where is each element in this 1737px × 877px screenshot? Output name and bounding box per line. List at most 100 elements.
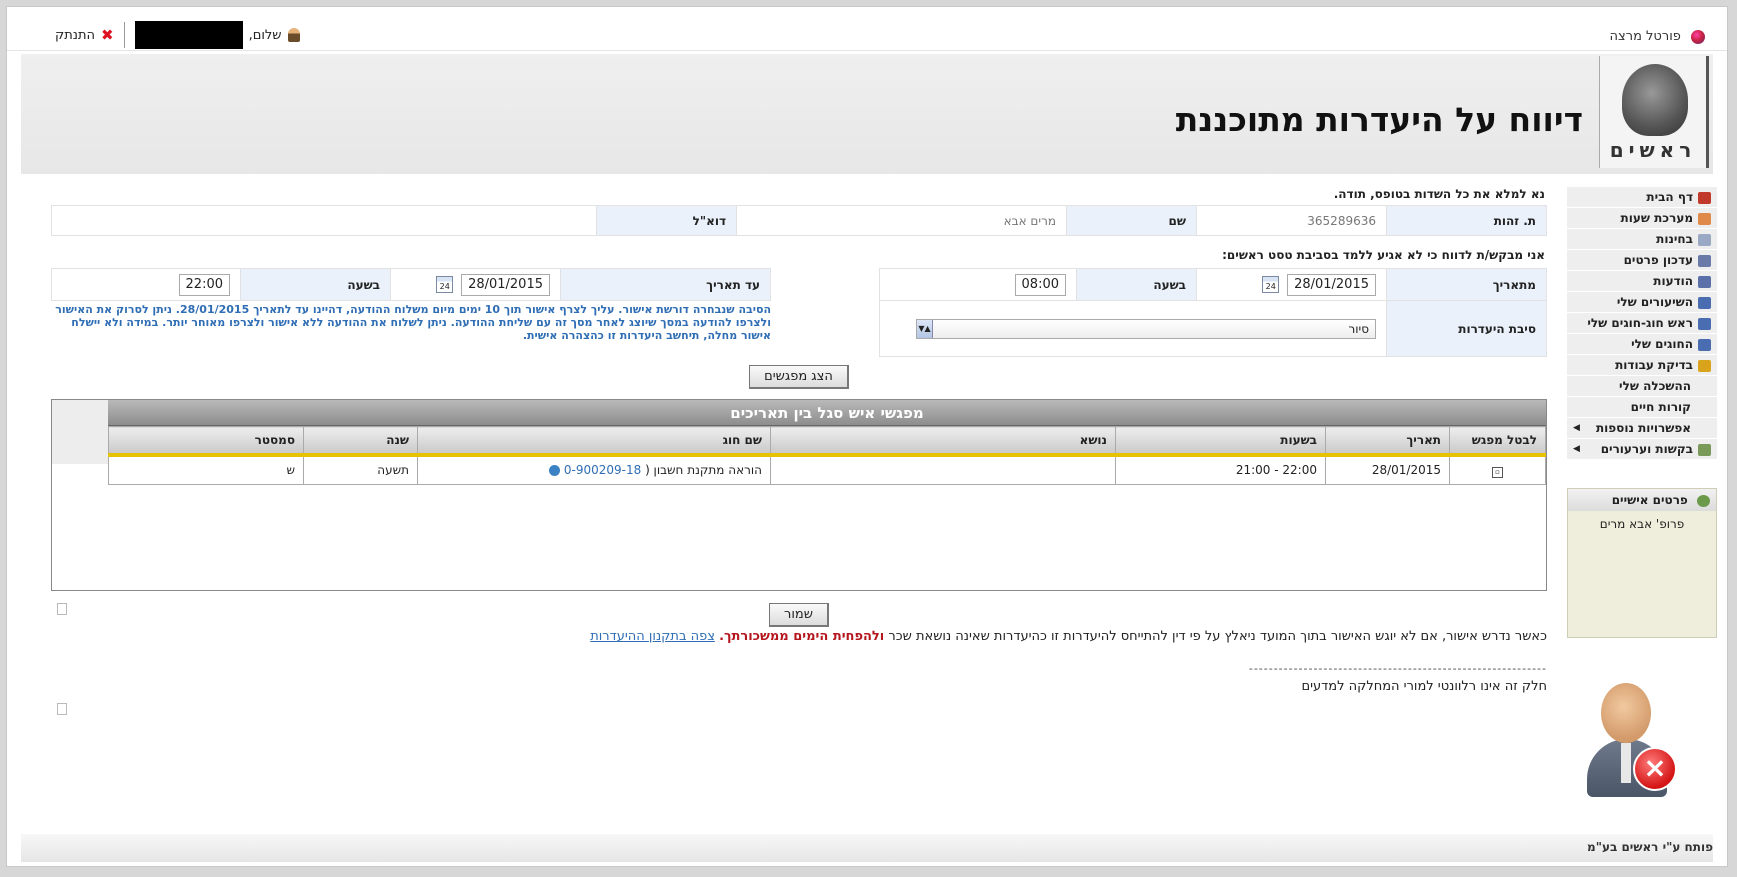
personal-details-panel: פרטים אישיים פרופ' אבא מרים [1567, 488, 1717, 638]
page-header: ראשים דיווח על היעדרות מתוכננת [21, 54, 1713, 174]
sidebar-item-10[interactable]: קורות חיים [1567, 397, 1717, 418]
meetings-title: מפגשי איש סגל בין תאריכים [108, 400, 1546, 426]
sidebar-item-6[interactable]: ראש חוג-חוגים שלי [1567, 313, 1717, 334]
sidebar-item-9[interactable]: ההשכלה שלי [1567, 376, 1717, 397]
sidebar-item-2[interactable]: בחינות [1567, 229, 1717, 250]
remove-badge-icon: × [1633, 747, 1677, 791]
meetings-table: לבטל מפגש תאריך בשעות נושא שם חוג שנה סמ… [108, 426, 1546, 485]
to-time-cell: 22:00 [51, 268, 241, 301]
save-wrap: שמור [51, 603, 1547, 627]
row-year: תשעה [303, 454, 418, 485]
avatar-disabled-icon: × [1579, 683, 1679, 801]
sidebar-item-label: אפשרויות נוספות [1595, 421, 1691, 435]
main-content: נא למלא את כל השדות בטופס, תודה. ת. זהות… [51, 187, 1547, 694]
to-time-label: בשעה [240, 268, 391, 301]
requests-icon [1698, 443, 1711, 456]
from-time-label: בשעה [1076, 268, 1197, 301]
footer-warning: כאשר נדרש אישור, אם לא יוגש האישור בתוך … [51, 629, 1547, 644]
sidebar-item-0[interactable]: דף הבית [1567, 187, 1717, 208]
show-meetings-button[interactable]: הצג מפגשים [749, 365, 849, 389]
messages-icon [1698, 275, 1711, 288]
sidebar-item-label: השיעורים שלי [1616, 295, 1693, 309]
reason-cell: סיור ▲▼ [879, 300, 1387, 357]
col-year[interactable]: שנה [303, 426, 418, 457]
portal-label: פורטל מרצה [1609, 29, 1681, 44]
col-cancel[interactable]: לבטל מפגש [1449, 426, 1546, 457]
row-semester: ש [108, 454, 304, 485]
to-area: עד תאריך 28/01/2015 24 בשעה 22:00 הסיבה … [51, 268, 771, 357]
sidebar-item-4[interactable]: הודעות [1567, 271, 1717, 292]
sidebar-nav: דף הבית מערכת שעות בחינות עדכון פרטים הודעות… [1567, 187, 1717, 638]
sidebar-item-8[interactable]: בדיקת עבודות [1567, 355, 1717, 376]
select-spinner-icon[interactable]: ▲▼ [917, 319, 933, 338]
footer-text: כאשר נדרש אישור, אם לא יוגש האישור בתוך … [888, 629, 1547, 644]
credit-text: פותח ע"י ראשים בע"מ [1587, 840, 1713, 854]
personal-name: פרופ' אבא מרים [1599, 517, 1685, 531]
save-button[interactable]: שמור [769, 603, 829, 627]
info-icon[interactable] [549, 465, 561, 477]
side-checkbox-2[interactable] [57, 703, 67, 715]
email-value [51, 205, 597, 236]
sidebar-item-11[interactable]: אפשרויות נוספות ◀ [1567, 418, 1717, 439]
footer-note: חלק זה אינו רלוונטי למורי המחלקה למדעים [1301, 679, 1547, 694]
calendar-icon [1698, 212, 1711, 225]
course-code-link[interactable]: 0-900209-18 [564, 463, 641, 477]
side-checkbox-1[interactable] [57, 603, 67, 615]
row-topic [770, 454, 1116, 485]
cancel-meeting-checkbox[interactable]: ▫ [1492, 466, 1503, 478]
sidebar-item-5[interactable]: השיעורים שלי [1567, 292, 1717, 313]
divider [123, 22, 125, 48]
exam-icon [1698, 233, 1711, 246]
logo-text: ראשים [1609, 138, 1697, 162]
avatar-head [1601, 683, 1651, 743]
table-row: ▫ 28/01/2015 22:00 - 21:00 הוראה מתקנת ח… [108, 454, 1546, 485]
avatar-tie [1621, 743, 1631, 783]
bottom-bar: פותח ע"י ראשים בע"מ [21, 834, 1713, 862]
col-hours[interactable]: בשעות [1115, 426, 1326, 457]
sidebar-item-1[interactable]: מערכת שעות [1567, 208, 1717, 229]
submenu-arrow-icon: ◀ [1573, 423, 1580, 433]
from-date-input[interactable]: 28/01/2015 [1287, 273, 1376, 296]
row-hours: 22:00 - 21:00 [1115, 454, 1326, 485]
col-semester[interactable]: סמסטר [108, 426, 304, 457]
col-date[interactable]: תאריך [1325, 426, 1450, 457]
app-window: פורטל מרצה שלום, ✖ התנתק ראשים דיווח על … [6, 6, 1728, 867]
from-time-input[interactable]: 08:00 [1014, 273, 1066, 296]
logout-link[interactable]: התנתק [55, 28, 95, 43]
from-time-cell: 08:00 [879, 268, 1077, 301]
id-label: ת. זהות [1386, 205, 1547, 236]
name-value: מרים אבא [736, 205, 1067, 236]
request-text: אני מבקש/ת לדווח כי לא אגיע ללמד בסביבת … [1222, 248, 1545, 262]
user-icon [287, 28, 300, 42]
dates-area: מתאריך 28/01/2015 24 בשעה 08:00 סיבת היע… [51, 268, 1547, 357]
redacted-username [134, 21, 243, 49]
personal-icon [1697, 494, 1710, 507]
meetings-gutter [52, 400, 108, 464]
col-course[interactable]: שם חוג [417, 426, 771, 457]
from-calendar-icon[interactable]: 24 [1262, 275, 1280, 293]
to-table: עד תאריך 28/01/2015 24 בשעה 22:00 [51, 268, 771, 301]
sidebar-item-label: ההשכלה שלי [1619, 379, 1691, 393]
home-icon [1698, 191, 1711, 204]
view-absence-policy-link[interactable]: צפה בתקנון ההיעדרות [590, 629, 715, 644]
reason-select[interactable]: סיור ▲▼ [916, 318, 1376, 339]
email-label: דוא"ל [596, 205, 737, 236]
logout-x-icon[interactable]: ✖ [101, 26, 114, 44]
sidebar-item-label: הודעות [1653, 274, 1693, 288]
user-edit-icon [1698, 254, 1711, 267]
sidebar-item-label: החוגים שלי [1631, 337, 1693, 351]
personal-info-table: ת. זהות 365289636 שם מרים אבא דוא"ל [51, 205, 1547, 236]
sidebar-item-12[interactable]: בקשות וערעורים ◀ [1567, 439, 1717, 460]
from-date-cell: 28/01/2015 24 [1196, 268, 1387, 301]
sidebar-item-3[interactable]: עדכון פרטים [1567, 250, 1717, 271]
nav-list: דף הבית מערכת שעות בחינות עדכון פרטים הודעות… [1567, 187, 1717, 460]
portal-title: פורטל מרצה [1610, 29, 1705, 44]
col-topic[interactable]: נושא [770, 426, 1116, 457]
greeting-text: שלום, [248, 27, 282, 43]
sidebar-item-7[interactable]: החוגים שלי [1567, 334, 1717, 355]
footer-red-text: ולהפחית הימים ממשכורתך. [719, 629, 885, 644]
to-calendar-icon[interactable]: 24 [436, 275, 454, 293]
to-time-input[interactable]: 22:00 [178, 273, 230, 296]
sidebar-item-label: בדיקת עבודות [1615, 358, 1693, 372]
to-date-input[interactable]: 28/01/2015 [461, 273, 550, 296]
